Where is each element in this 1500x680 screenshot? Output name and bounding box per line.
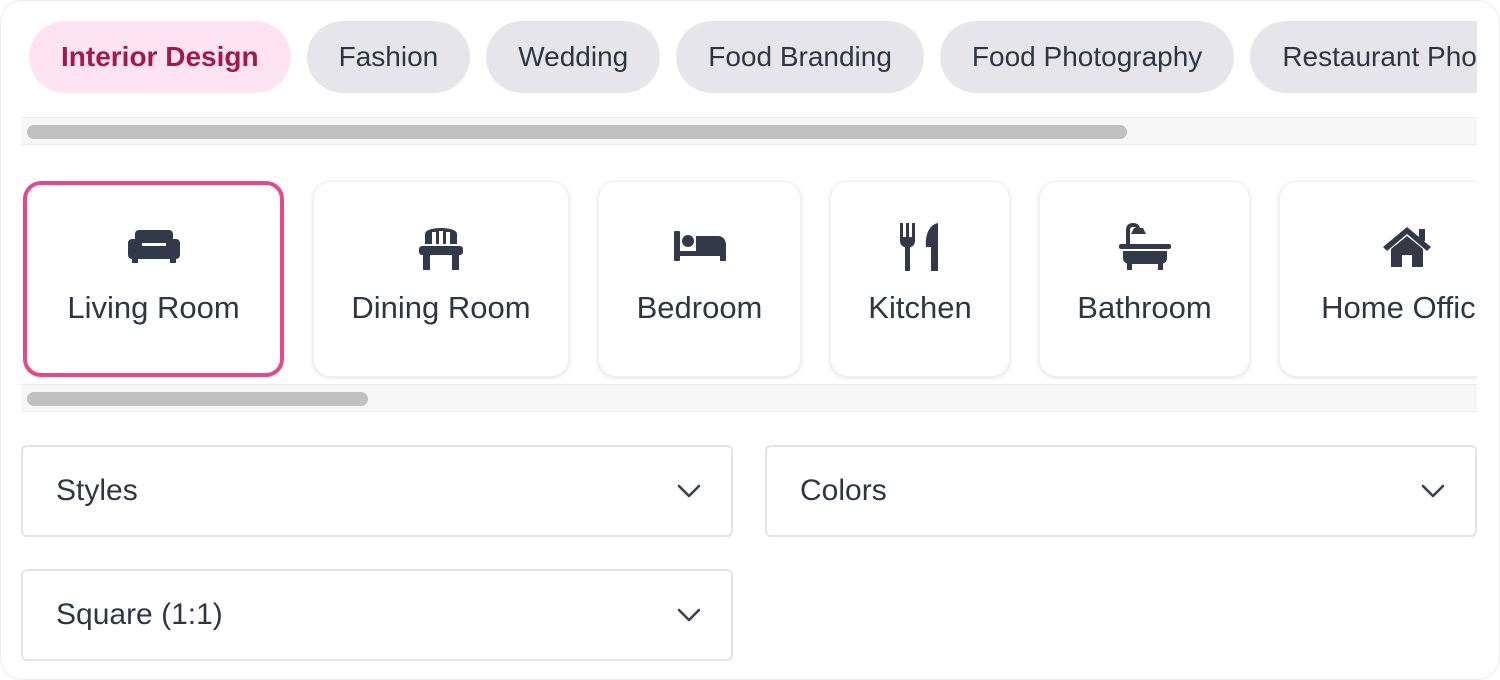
room-card-bathroom[interactable]: Bathroom: [1039, 181, 1250, 377]
couch-icon: [124, 220, 184, 272]
category-pill-wedding[interactable]: Wedding: [486, 21, 661, 93]
room-label: Bedroom: [636, 290, 763, 325]
category-pill-restaurant-photography[interactable]: Restaurant Photography: [1250, 21, 1477, 93]
room-scrollbar-thumb[interactable]: [27, 392, 368, 406]
room-scroller[interactable]: Living Room Dining Room Bedroom Kitchen …: [21, 146, 1477, 412]
aspect-ratio-dropdown[interactable]: Square (1:1): [21, 569, 733, 661]
room-card-dining-room[interactable]: Dining Room: [313, 181, 569, 377]
room-card-living-room[interactable]: Living Room: [23, 181, 284, 377]
room-label: Kitchen: [868, 290, 972, 325]
panel-frame: Interior Design Fashion Wedding Food Bra…: [0, 0, 1500, 680]
home-icon: [1377, 220, 1437, 272]
room-list: Living Room Dining Room Bedroom Kitchen …: [23, 181, 1477, 377]
utensils-icon: [890, 220, 950, 272]
colors-dropdown[interactable]: Colors: [765, 445, 1477, 537]
room-scrollbar[interactable]: [21, 384, 1477, 412]
styles-dropdown-value: Styles: [56, 474, 138, 507]
category-pill-interior-design[interactable]: Interior Design: [29, 21, 291, 93]
room-card-kitchen[interactable]: Kitchen: [830, 181, 1010, 377]
bath-icon: [1115, 220, 1175, 272]
aspect-ratio-dropdown-value: Square (1:1): [56, 598, 223, 631]
room-label: Living Room: [67, 290, 240, 325]
chevron-down-icon: [675, 477, 703, 505]
chair-icon: [411, 220, 471, 272]
category-pill-food-branding[interactable]: Food Branding: [676, 21, 924, 93]
chevron-down-icon: [1419, 477, 1447, 505]
category-list: Interior Design Fashion Wedding Food Bra…: [29, 21, 1477, 93]
room-label: Bathroom: [1077, 290, 1212, 325]
bed-icon: [670, 220, 730, 272]
category-scroller[interactable]: Interior Design Fashion Wedding Food Bra…: [21, 1, 1477, 146]
styles-dropdown[interactable]: Styles: [21, 445, 733, 537]
room-card-bedroom[interactable]: Bedroom: [598, 181, 801, 377]
room-label: Dining Room: [351, 290, 531, 325]
category-pill-food-photography[interactable]: Food Photography: [939, 21, 1235, 93]
category-pill-fashion[interactable]: Fashion: [306, 21, 471, 93]
category-scrollbar-thumb[interactable]: [27, 125, 1127, 139]
colors-dropdown-value: Colors: [800, 474, 887, 507]
room-card-home-office[interactable]: Home Office: [1279, 181, 1477, 377]
room-label: Home Office: [1321, 290, 1477, 325]
chevron-down-icon: [675, 601, 703, 629]
category-scrollbar[interactable]: [21, 117, 1477, 145]
